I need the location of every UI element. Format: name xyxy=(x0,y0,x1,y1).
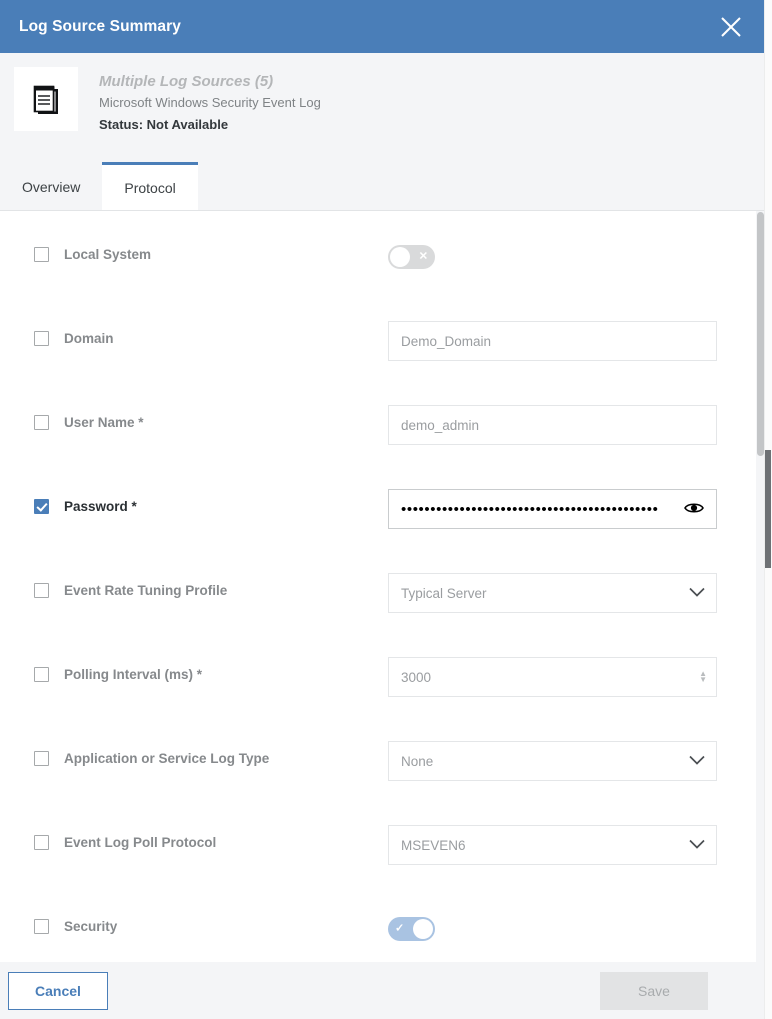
field-control-application-log-type: None xyxy=(388,737,756,781)
save-button-label: Save xyxy=(638,982,670,999)
dialog-footer: Cancel Save xyxy=(0,962,764,1019)
close-icon[interactable] xyxy=(708,4,754,50)
checkbox-user-name[interactable] xyxy=(34,415,49,430)
page-scrollbar-thumb[interactable] xyxy=(765,450,771,568)
log-source-summary-dialog: Log Source Summary Multiple Log Sources … xyxy=(0,0,772,1019)
input-polling-interval-value: 3000 xyxy=(401,669,432,685)
toggle-local-system-mark: ✕ xyxy=(418,250,428,263)
tabstrip: Overview Protocol xyxy=(0,162,764,211)
checkbox-security[interactable] xyxy=(34,919,49,934)
field-control-user-name: demo_admin xyxy=(388,401,756,445)
protocol-form: Local System ✕ Domain Demo_Domain User N… xyxy=(0,211,756,962)
protocol-form-scroll[interactable]: Local System ✕ Domain Demo_Domain User N… xyxy=(0,211,756,962)
tab-overview-label: Overview xyxy=(22,178,81,195)
chevron-down-icon xyxy=(689,754,705,769)
checkbox-application-log-type[interactable] xyxy=(34,751,49,766)
number-stepper-icon[interactable]: ▲ ▼ xyxy=(699,670,707,684)
eye-icon[interactable] xyxy=(684,501,704,518)
field-label-polling-interval: Polling Interval (ms) * xyxy=(34,653,388,682)
log-source-summary-header: Multiple Log Sources (5) Microsoft Windo… xyxy=(0,53,764,163)
field-label-event-log-poll-protocol: Event Log Poll Protocol xyxy=(34,821,388,850)
summary-log-type: Microsoft Windows Security Event Log xyxy=(99,95,321,110)
dialog-title: Log Source Summary xyxy=(19,17,182,35)
field-row-user-name: User Name * demo_admin xyxy=(0,401,756,485)
field-control-event-log-poll-protocol: MSEVEN6 xyxy=(388,821,756,865)
label-user-name: User Name * xyxy=(64,415,144,430)
field-row-polling-interval: Polling Interval (ms) * 3000 ▲ ▼ xyxy=(0,653,756,737)
field-row-event-rate-tuning-profile: Event Rate Tuning Profile Typical Server xyxy=(0,569,756,653)
field-label-local-system: Local System xyxy=(34,233,388,262)
checkbox-local-system[interactable] xyxy=(34,247,49,262)
documents-stack-icon xyxy=(14,67,78,131)
summary-title: Multiple Log Sources (5) xyxy=(99,73,274,90)
tab-protocol[interactable]: Protocol xyxy=(102,162,198,210)
select-event-rate-tuning-profile-value: Typical Server xyxy=(401,585,487,601)
cancel-button[interactable]: Cancel xyxy=(8,971,108,1010)
label-application-log-type: Application or Service Log Type xyxy=(64,751,270,766)
label-polling-interval: Polling Interval (ms) * xyxy=(64,667,203,682)
toggle-security-mark: ✓ xyxy=(395,922,405,935)
field-row-event-log-poll-protocol: Event Log Poll Protocol MSEVEN6 xyxy=(0,821,756,905)
stepper-down-icon[interactable]: ▼ xyxy=(699,676,707,684)
label-security: Security xyxy=(64,919,118,934)
field-label-event-rate-tuning-profile: Event Rate Tuning Profile xyxy=(34,569,388,598)
chevron-down-icon xyxy=(689,586,705,601)
label-event-rate-tuning-profile: Event Rate Tuning Profile xyxy=(64,583,228,598)
field-label-password: Password * xyxy=(34,485,388,514)
label-local-system: Local System xyxy=(64,247,152,262)
checkbox-event-log-poll-protocol[interactable] xyxy=(34,835,49,850)
chevron-down-icon xyxy=(689,838,705,853)
field-control-polling-interval: 3000 ▲ ▼ xyxy=(388,653,756,697)
toggle-security-knob xyxy=(413,919,433,939)
checkbox-password[interactable] xyxy=(34,499,49,514)
field-label-application-log-type: Application or Service Log Type xyxy=(34,737,388,766)
form-scrollbar-thumb[interactable] xyxy=(757,212,764,456)
summary-status: Status: Not Available xyxy=(99,117,229,132)
input-password[interactable]: ••••••••••••••••••••••••••••••••••••••••… xyxy=(388,489,717,529)
input-domain-value: Demo_Domain xyxy=(401,333,492,349)
field-label-domain: Domain xyxy=(34,317,388,346)
field-control-local-system: ✕ xyxy=(388,233,756,269)
field-control-domain: Demo_Domain xyxy=(388,317,756,361)
toggle-local-system-knob xyxy=(390,247,410,267)
field-row-application-log-type: Application or Service Log Type None xyxy=(0,737,756,821)
field-control-event-rate-tuning-profile: Typical Server xyxy=(388,569,756,613)
label-domain: Domain xyxy=(64,331,114,346)
select-application-log-type[interactable]: None xyxy=(388,741,717,781)
toggle-security[interactable]: ✓ xyxy=(388,917,435,941)
input-domain[interactable]: Demo_Domain xyxy=(388,321,717,361)
tab-protocol-label: Protocol xyxy=(124,179,176,196)
cancel-button-label: Cancel xyxy=(35,982,81,999)
dialog-titlebar: Log Source Summary xyxy=(0,0,764,53)
input-password-value: ••••••••••••••••••••••••••••••••••••••••… xyxy=(401,501,659,517)
select-event-log-poll-protocol[interactable]: MSEVEN6 xyxy=(388,825,717,865)
label-event-log-poll-protocol: Event Log Poll Protocol xyxy=(64,835,217,850)
field-label-user-name: User Name * xyxy=(34,401,388,430)
checkbox-polling-interval[interactable] xyxy=(34,667,49,682)
field-row-domain: Domain Demo_Domain xyxy=(0,317,756,401)
field-control-security: ✓ xyxy=(388,905,756,941)
checkbox-event-rate-tuning-profile[interactable] xyxy=(34,583,49,598)
select-event-rate-tuning-profile[interactable]: Typical Server xyxy=(388,573,717,613)
field-control-password: ••••••••••••••••••••••••••••••••••••••••… xyxy=(388,485,756,529)
label-password: Password * xyxy=(64,499,137,514)
input-user-name[interactable]: demo_admin xyxy=(388,405,717,445)
tab-overview[interactable]: Overview xyxy=(0,163,102,210)
input-user-name-value: demo_admin xyxy=(401,417,480,433)
field-row-password: Password * •••••••••••••••••••••••••••••… xyxy=(0,485,756,569)
field-label-security: Security xyxy=(34,905,388,934)
select-application-log-type-value: None xyxy=(401,753,434,769)
field-row-local-system: Local System ✕ xyxy=(0,233,756,317)
field-row-security: Security ✓ xyxy=(0,905,756,962)
input-polling-interval[interactable]: 3000 ▲ ▼ xyxy=(388,657,717,697)
toggle-local-system[interactable]: ✕ xyxy=(388,245,435,269)
select-event-log-poll-protocol-value: MSEVEN6 xyxy=(401,837,466,853)
save-button[interactable]: Save xyxy=(600,971,708,1010)
checkbox-domain[interactable] xyxy=(34,331,49,346)
summary-text-block: Multiple Log Sources (5) Microsoft Windo… xyxy=(99,67,321,135)
